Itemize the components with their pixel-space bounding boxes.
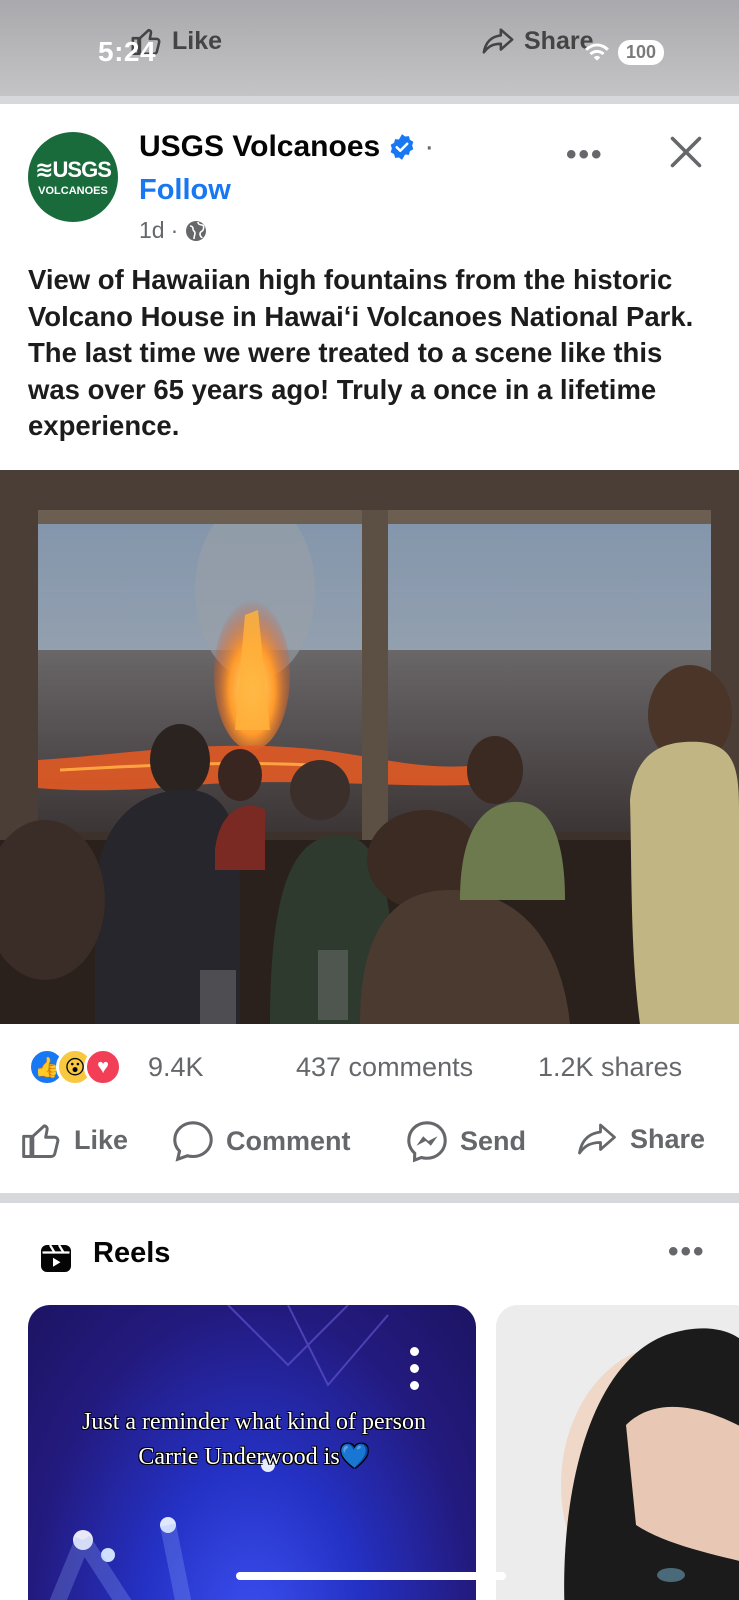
name-dot-separator: · [424,130,435,163]
close-icon [670,136,702,168]
post-photo[interactable] [0,470,739,1024]
reel-card[interactable]: Just a reminder what kind of person Carr… [28,1305,476,1600]
reels-icon [41,1244,71,1272]
reaction-count[interactable]: 9.4K [148,1052,204,1083]
meta-dot-separator: · [170,217,179,243]
feed-divider [0,96,739,104]
reel-options-icon[interactable] [410,1347,419,1398]
like-label: Like [74,1124,129,1155]
reel-caption: Just a reminder what kind of person Carr… [82,1409,426,1470]
reels-title: Reels [93,1237,171,1269]
page-name[interactable]: USGS Volcanoes [139,130,380,164]
wifi-icon [585,42,609,61]
volcano-photo-illustration [0,470,739,1024]
globe-icon [186,220,207,241]
send-label: Send [460,1125,527,1156]
sticky-action-bar: Like Share 5:24 100 [0,0,739,96]
comment-bubble-icon [173,1121,213,1162]
battery-indicator: 100 [617,40,664,65]
reels-more-options-button[interactable]: ••• [668,1235,706,1269]
status-time: 5:24 [98,36,157,67]
reel-thumbnail-illustration [496,1305,739,1600]
page-avatar[interactable]: ≋USGS VOLCANOES [28,132,118,222]
page-name-row: USGS Volcanoes · [139,130,434,164]
love-reaction-icon: ♥ [84,1048,122,1086]
sticky-share-button[interactable]: Share [480,24,593,58]
comments-count[interactable]: 437 comments [296,1052,473,1083]
post-action-bar: Like Comment Send Share [0,1118,739,1178]
section-divider [0,1193,739,1203]
shares-count[interactable]: 1.2K shares [538,1052,682,1083]
verified-badge-icon [390,134,414,160]
post-more-options-button[interactable]: ••• [566,138,604,172]
follow-button[interactable]: Follow [139,174,231,207]
post-meta: 1d · [139,217,208,244]
engagement-counts: 👍 😮 ♥ 9.4K 437 comments 1.2K shares [0,1046,739,1090]
avatar-subtext: VOLCANOES [38,185,108,197]
avatar-logo-text: ≋USGS [35,157,112,182]
send-button[interactable]: Send [404,1118,526,1164]
reels-header: Reels ••• [0,1225,739,1275]
like-button[interactable]: Like [20,1118,128,1162]
status-indicators: 100 [584,40,664,65]
share-label: Share [630,1123,706,1154]
reel-card[interactable] [496,1305,739,1600]
comment-button[interactable]: Comment [170,1118,351,1164]
home-indicator [236,1572,506,1580]
sticky-like-label: Like [172,26,223,55]
share-arrow-icon [482,28,514,54]
post-time[interactable]: 1d [139,217,165,244]
close-post-button[interactable] [668,134,704,175]
reaction-icons[interactable]: 👍 😮 ♥ [28,1048,122,1086]
messenger-icon [407,1121,447,1163]
thumbs-up-icon [22,1124,60,1158]
share-arrow-icon [578,1123,616,1155]
share-button[interactable]: Share [574,1118,705,1160]
comment-label: Comment [226,1125,351,1156]
post-caption: View of Hawaiian high fountains from the… [28,264,694,441]
